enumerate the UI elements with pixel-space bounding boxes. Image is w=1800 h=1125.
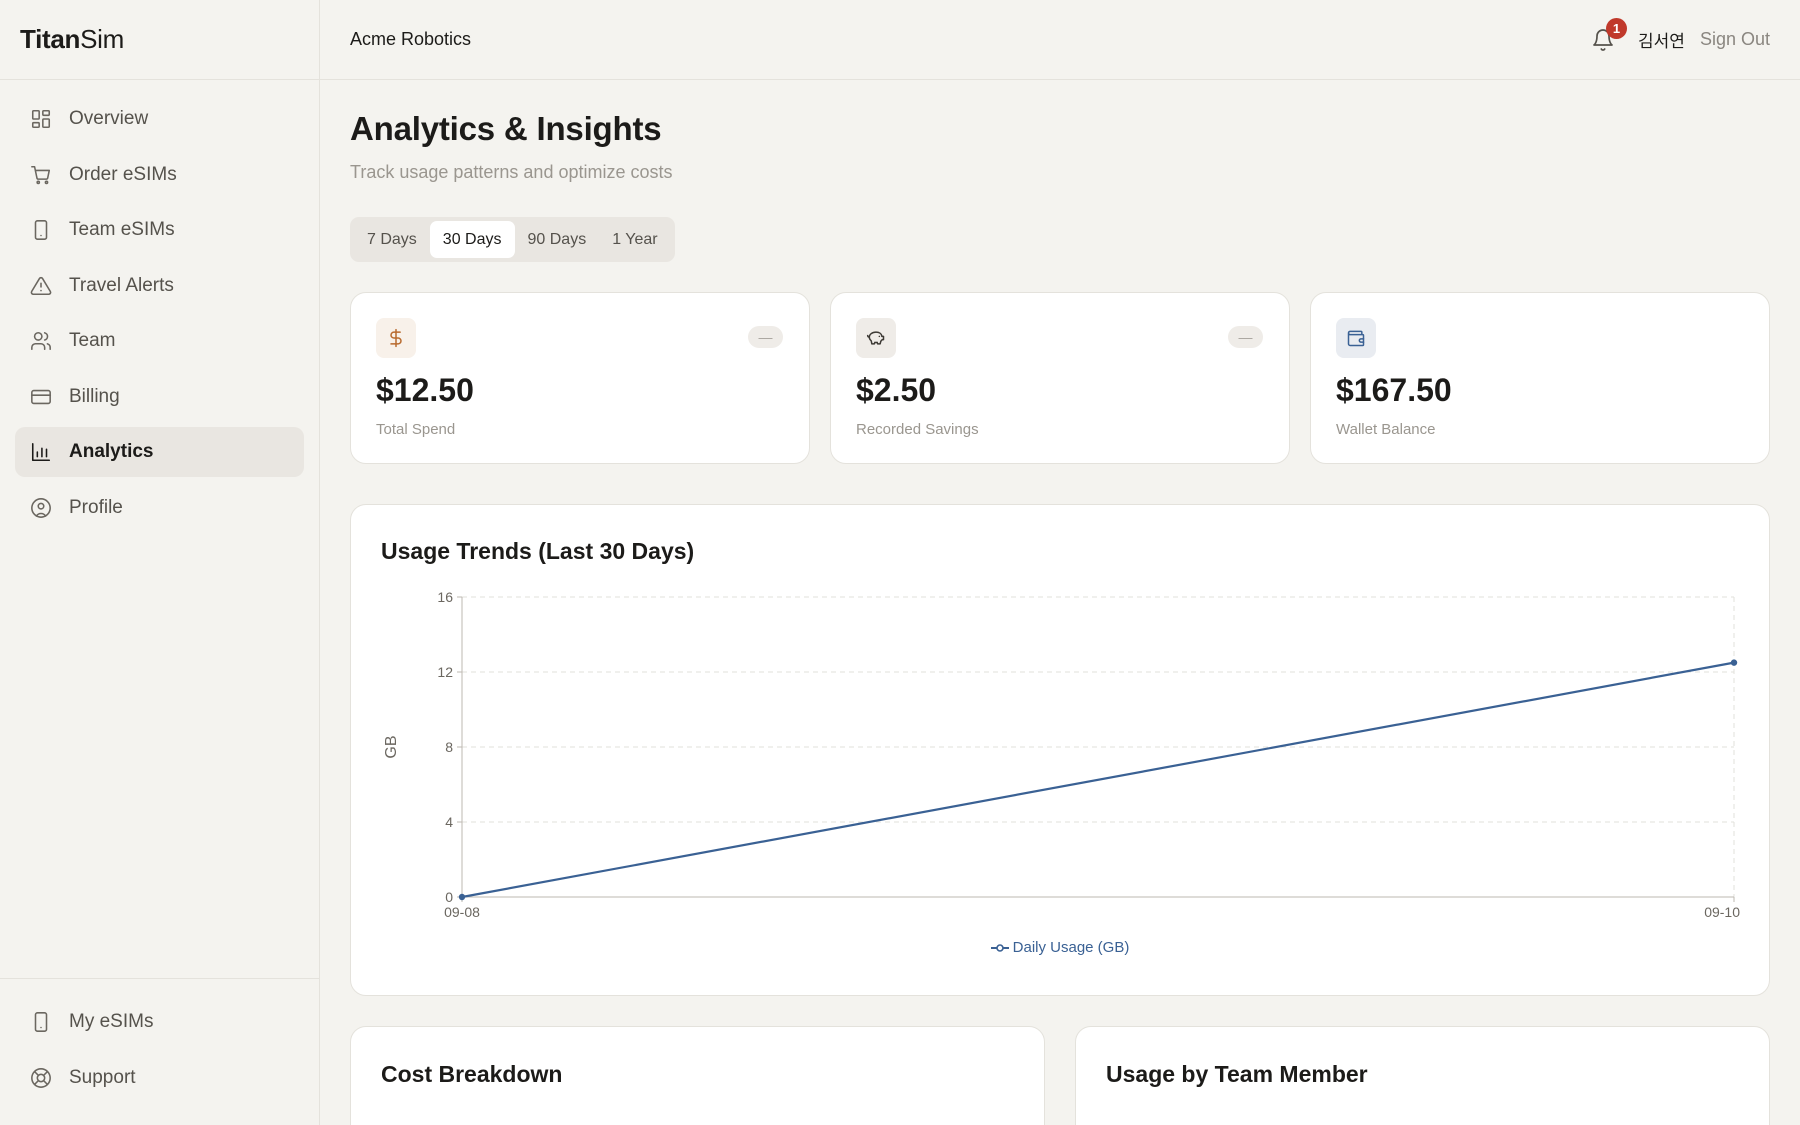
tab-30-days[interactable]: 30 Days (429, 221, 515, 258)
cart-icon (29, 163, 53, 187)
sidebar-item-billing[interactable]: Billing (15, 372, 304, 422)
phone-icon (29, 1010, 53, 1034)
cost-breakdown-panel: Cost Breakdown (350, 1026, 1045, 1125)
x-tick-label: 09-10 (1704, 904, 1740, 920)
stat-label: Total Spend (376, 421, 456, 438)
notification-count-badge: 1 (1606, 17, 1628, 39)
sidebar-item-label: Profile (69, 496, 123, 518)
brand-name-bold: Titan (20, 24, 81, 54)
sidebar-item-label: Overview (69, 108, 149, 129)
sidebar-item-label: Travel Alerts (69, 274, 174, 296)
stat-cards: — $12.50 Total Spend — $2.50 Recorded Sa… (350, 292, 1770, 464)
alert-triangle-icon (29, 274, 53, 298)
y-tick-label: 4 (445, 814, 453, 830)
tab-90-days[interactable]: 90 Days (515, 221, 600, 258)
data-point (458, 893, 466, 901)
tab-1-year[interactable]: 1 Year (599, 221, 670, 258)
brand-name-light: Sim (80, 24, 125, 54)
y-tick-label: 8 (445, 739, 453, 755)
bar-chart-icon (29, 440, 53, 464)
top-header: Acme Robotics 1 김서연 Sign Out (320, 0, 1800, 80)
series-line (461, 661, 1735, 899)
organization-name: Acme Robotics (350, 29, 472, 49)
page-subtitle: Track usage patterns and optimize costs (350, 162, 673, 182)
sidebar-item-order-esims[interactable]: Order eSIMs (15, 150, 304, 200)
lifebuoy-icon (29, 1066, 53, 1090)
stat-value: $2.50 (856, 372, 937, 408)
user-circle-icon (29, 496, 53, 520)
y-tick-label: 12 (437, 664, 453, 680)
recorded-savings-card: — $2.50 Recorded Savings (830, 292, 1290, 464)
sidebar-item-team[interactable]: Team (15, 316, 304, 366)
sidebar-item-travel-alerts[interactable]: Travel Alerts (15, 261, 304, 311)
sidebar-item-label: Team eSIMs (69, 219, 175, 240)
usage-trends-panel: Usage Trends (Last 30 Days) 0 4 8 12 16 09-08… (350, 504, 1770, 996)
stat-value: $12.50 (376, 372, 474, 408)
legend-line-marker (990, 943, 1009, 952)
brand-logo[interactable]: Titan Sim (0, 0, 319, 80)
sidebar-item-support[interactable]: Support (15, 1053, 304, 1103)
sign-out-button[interactable]: Sign Out (1700, 29, 1770, 50)
stat-label: Wallet Balance (1336, 421, 1436, 438)
sidebar-item-my-esims[interactable]: My eSIMs (15, 997, 304, 1047)
usage-line-chart: 0 4 8 12 16 09-08 09-10 GB (383, 589, 1740, 920)
stat-value: $167.50 (1336, 372, 1452, 408)
notifications-button[interactable]: 1 (1588, 17, 1628, 55)
trend-indicator: — (1228, 326, 1263, 348)
date-range-tabs: 7 Days 30 Days 90 Days 1 Year (350, 217, 675, 262)
sidebar-item-label: Analytics (69, 441, 154, 462)
tab-7-days[interactable]: 7 Days (354, 221, 430, 258)
header-actions: 1 김서연 Sign Out (1588, 17, 1770, 55)
user-name: 김서연 (1638, 32, 1685, 51)
sidebar-item-profile[interactable]: Profile (15, 483, 304, 533)
y-axis-label: GB (383, 735, 400, 758)
usage-by-team-member-panel: Usage by Team Member (1075, 1026, 1770, 1125)
grid-icon (29, 107, 53, 131)
y-tick-label: 0 (445, 889, 453, 905)
chart-legend[interactable]: Daily Usage (GB) (351, 939, 1769, 956)
piggy-bank-icon (856, 318, 896, 358)
wallet-icon (1336, 318, 1376, 358)
sidebar-item-team-esims[interactable]: Team eSIMs (15, 205, 304, 255)
phone-icon (29, 218, 53, 242)
x-tick-label: 09-08 (444, 904, 480, 920)
sidebar: Titan Sim Overview Order eSIMs Team eSIMs… (0, 0, 320, 1125)
sidebar-item-label: Support (69, 1066, 136, 1088)
bottom-panels: Cost Breakdown Usage by Team Member (350, 1026, 1770, 1125)
sidebar-item-label: Order eSIMs (69, 163, 177, 185)
users-icon (29, 329, 53, 353)
usage-by-team-member-title: Usage by Team Member (1106, 1061, 1368, 1087)
sidebar-item-label: Team (69, 330, 116, 351)
wallet-balance-card: $167.50 Wallet Balance (1310, 292, 1770, 464)
total-spend-card: — $12.50 Total Spend (350, 292, 810, 464)
credit-card-icon (29, 385, 53, 409)
sidebar-item-label: Billing (69, 385, 120, 407)
y-tick-label: 16 (437, 589, 453, 605)
sidebar-item-label: My eSIMs (69, 1011, 154, 1032)
sidebar-nav: Overview Order eSIMs Team eSIMs Travel A… (0, 80, 319, 533)
data-point (1730, 659, 1738, 666)
stat-label: Recorded Savings (856, 421, 979, 438)
legend-label: Daily Usage (GB) (1012, 939, 1130, 956)
sidebar-bottom-nav: My eSIMs Support (0, 978, 319, 1125)
dollar-icon (376, 318, 416, 358)
page-title: Analytics & Insights (350, 110, 662, 147)
sidebar-item-overview[interactable]: Overview (15, 94, 304, 144)
cost-breakdown-title: Cost Breakdown (381, 1061, 563, 1087)
sidebar-item-analytics[interactable]: Analytics (15, 427, 304, 477)
trend-indicator: — (748, 326, 783, 348)
main-content: Analytics & Insights Track usage pattern… (350, 80, 1770, 1125)
